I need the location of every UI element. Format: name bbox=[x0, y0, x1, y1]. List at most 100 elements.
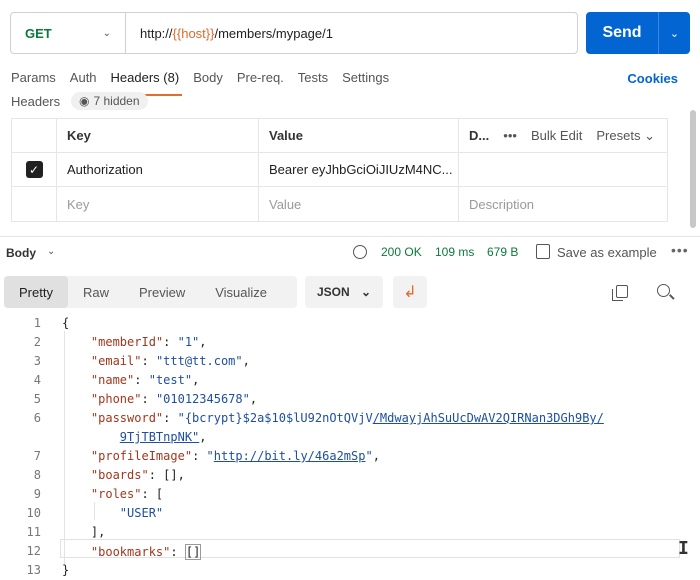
globe-icon[interactable] bbox=[353, 245, 367, 259]
tab-tests[interactable]: Tests bbox=[298, 70, 328, 90]
code-line: ], bbox=[62, 525, 106, 539]
chevron-down-icon: ⌄ bbox=[644, 127, 655, 143]
code-line-wrapped: 9TjTBTnpNK", bbox=[119, 430, 207, 444]
password-link[interactable]: 9TjTBTnpNK" bbox=[120, 430, 199, 444]
description-input[interactable]: Description bbox=[459, 187, 667, 221]
hidden-headers-toggle[interactable]: ◉ 7 hidden bbox=[71, 92, 148, 110]
code-line: "email": "ttt@tt.com", bbox=[90, 354, 250, 368]
header-value[interactable]: Bearer eyJhbGciOiJIUzM4NC... bbox=[259, 153, 459, 186]
url-suffix: /members/mypage/1 bbox=[214, 25, 333, 41]
status-code[interactable]: 200 OK bbox=[381, 245, 422, 259]
tab-settings[interactable]: Settings bbox=[342, 70, 389, 90]
code-line: "bookmarks": [] bbox=[90, 544, 202, 560]
line-number: 4 bbox=[33, 373, 41, 387]
line-number: 9 bbox=[33, 487, 41, 501]
header-key[interactable]: Authorization bbox=[57, 153, 259, 186]
request-bar: GET ⌄ http://{{host}}/members/mypage/1 bbox=[10, 12, 578, 54]
line-number: 3 bbox=[33, 354, 41, 368]
headers-table: Key Value D... ••• Bulk Edit Presets ⌄ ✓… bbox=[11, 118, 668, 222]
save-as-example-button[interactable]: Save as example bbox=[557, 245, 657, 260]
request-tabs: Params Auth Headers (8) Body Pre-req. Te… bbox=[11, 70, 389, 96]
line-number: 8 bbox=[33, 468, 41, 482]
code-line: "memberId": "1", bbox=[90, 335, 207, 349]
method-label: GET bbox=[25, 25, 52, 41]
column-tools: D... ••• Bulk Edit Presets ⌄ bbox=[459, 119, 667, 152]
value-input[interactable]: Value bbox=[259, 187, 459, 221]
table-row: ✓ Authorization Bearer eyJhbGciOiJIUzM4N… bbox=[12, 153, 667, 187]
key-input[interactable]: Key bbox=[57, 187, 259, 221]
tab-pre-request[interactable]: Pre-req. bbox=[237, 70, 284, 90]
code-line: "profileImage": "http://bit.ly/46a2mSp", bbox=[90, 449, 380, 463]
checkbox-cell: ✓ bbox=[12, 153, 57, 186]
text-cursor-icon: I bbox=[678, 538, 689, 559]
response-bar: Body ⌄ 200 OK 109 ms 679 B Save as examp… bbox=[0, 236, 700, 266]
checkbox[interactable]: ✓ bbox=[25, 161, 43, 178]
presets-dropdown[interactable]: Presets ⌄ bbox=[596, 128, 655, 144]
line-number: 10 bbox=[26, 506, 41, 520]
line-number: 7 bbox=[33, 449, 41, 463]
line-number: 1 bbox=[33, 316, 41, 330]
tab-preview[interactable]: Preview bbox=[124, 276, 200, 308]
chevron-down-icon: ⌄ bbox=[102, 27, 111, 39]
line-number: 11 bbox=[26, 525, 41, 539]
save-icon[interactable] bbox=[536, 244, 550, 259]
code-line: "phone": "01012345678", bbox=[90, 392, 258, 406]
line-number: 2 bbox=[33, 335, 41, 349]
more-icon[interactable]: ••• bbox=[671, 242, 689, 258]
checkbox-cell-empty bbox=[12, 187, 57, 221]
tab-auth[interactable]: Auth bbox=[70, 70, 97, 90]
body-dropdown[interactable]: Body bbox=[6, 246, 36, 260]
search-icon[interactable] bbox=[657, 284, 670, 297]
tab-body[interactable]: Body bbox=[193, 70, 223, 90]
header-description[interactable] bbox=[459, 153, 667, 186]
chevron-down-icon[interactable]: ⌄ bbox=[47, 246, 55, 257]
wrap-lines-icon[interactable]: ↲ bbox=[393, 276, 427, 308]
code-line: { bbox=[62, 316, 70, 330]
response-size[interactable]: 679 B bbox=[487, 245, 518, 259]
column-key: Key bbox=[57, 119, 259, 152]
column-description: D... bbox=[469, 128, 490, 143]
line-number: 13 bbox=[26, 563, 41, 577]
tab-pretty[interactable]: Pretty bbox=[4, 276, 68, 308]
scrollbar[interactable] bbox=[690, 110, 696, 228]
tab-visualize[interactable]: Visualize bbox=[200, 276, 282, 308]
presets-label: Presets bbox=[596, 127, 641, 143]
hidden-count: 7 hidden bbox=[93, 94, 140, 108]
url-variable: {{host}} bbox=[172, 25, 215, 41]
copy-icon[interactable] bbox=[612, 285, 628, 301]
send-label: Send bbox=[602, 24, 642, 41]
line-number: 6 bbox=[33, 411, 41, 425]
code-line: } bbox=[62, 563, 70, 577]
checkbox-column-header bbox=[12, 119, 57, 152]
url-prefix: http:// bbox=[140, 25, 173, 41]
code-line: "name": "test", bbox=[90, 373, 200, 387]
eye-icon: ◉ bbox=[79, 94, 90, 108]
send-button[interactable]: Send ⌄ bbox=[586, 12, 690, 54]
tab-raw[interactable]: Raw bbox=[68, 276, 124, 308]
chevron-down-icon: ⌄ bbox=[360, 285, 371, 299]
code-line: "USER" bbox=[119, 506, 164, 520]
more-icon[interactable]: ••• bbox=[503, 128, 517, 143]
password-link[interactable]: /MdwayjAhSuUcDwAV2QIRNan3DGh9By/ bbox=[373, 411, 604, 425]
header-tools: D... ••• Bulk Edit Presets ⌄ bbox=[469, 128, 667, 144]
headers-title: Headers bbox=[11, 94, 61, 109]
table-row-empty: Key Value Description bbox=[12, 187, 667, 221]
line-number: 5 bbox=[33, 392, 41, 406]
method-select[interactable]: GET ⌄ bbox=[11, 13, 126, 53]
code-line: "boards": [], bbox=[90, 468, 185, 482]
line-number: 12 bbox=[26, 544, 41, 558]
code-line: "roles": [ bbox=[90, 487, 164, 501]
chevron-down-icon[interactable]: ⌄ bbox=[658, 12, 690, 54]
tab-params[interactable]: Params bbox=[11, 70, 56, 90]
response-view-tabs: Pretty Raw Preview Visualize bbox=[4, 276, 297, 308]
response-time[interactable]: 109 ms bbox=[435, 245, 474, 259]
profile-image-link[interactable]: http://bit.ly/46a2mSp bbox=[214, 449, 366, 463]
column-value: Value bbox=[259, 119, 459, 152]
url-input[interactable]: http://{{host}}/members/mypage/1 bbox=[126, 26, 333, 41]
cookies-link[interactable]: Cookies bbox=[627, 71, 678, 86]
bulk-edit-button[interactable]: Bulk Edit bbox=[531, 128, 582, 143]
format-label: JSON bbox=[317, 285, 350, 299]
format-select[interactable]: JSON ⌄ bbox=[305, 276, 383, 308]
tab-headers[interactable]: Headers (8) bbox=[110, 70, 182, 96]
code-line: "password": "{bcrypt}$2a$10$lU92nOtQVjV/… bbox=[90, 411, 604, 425]
